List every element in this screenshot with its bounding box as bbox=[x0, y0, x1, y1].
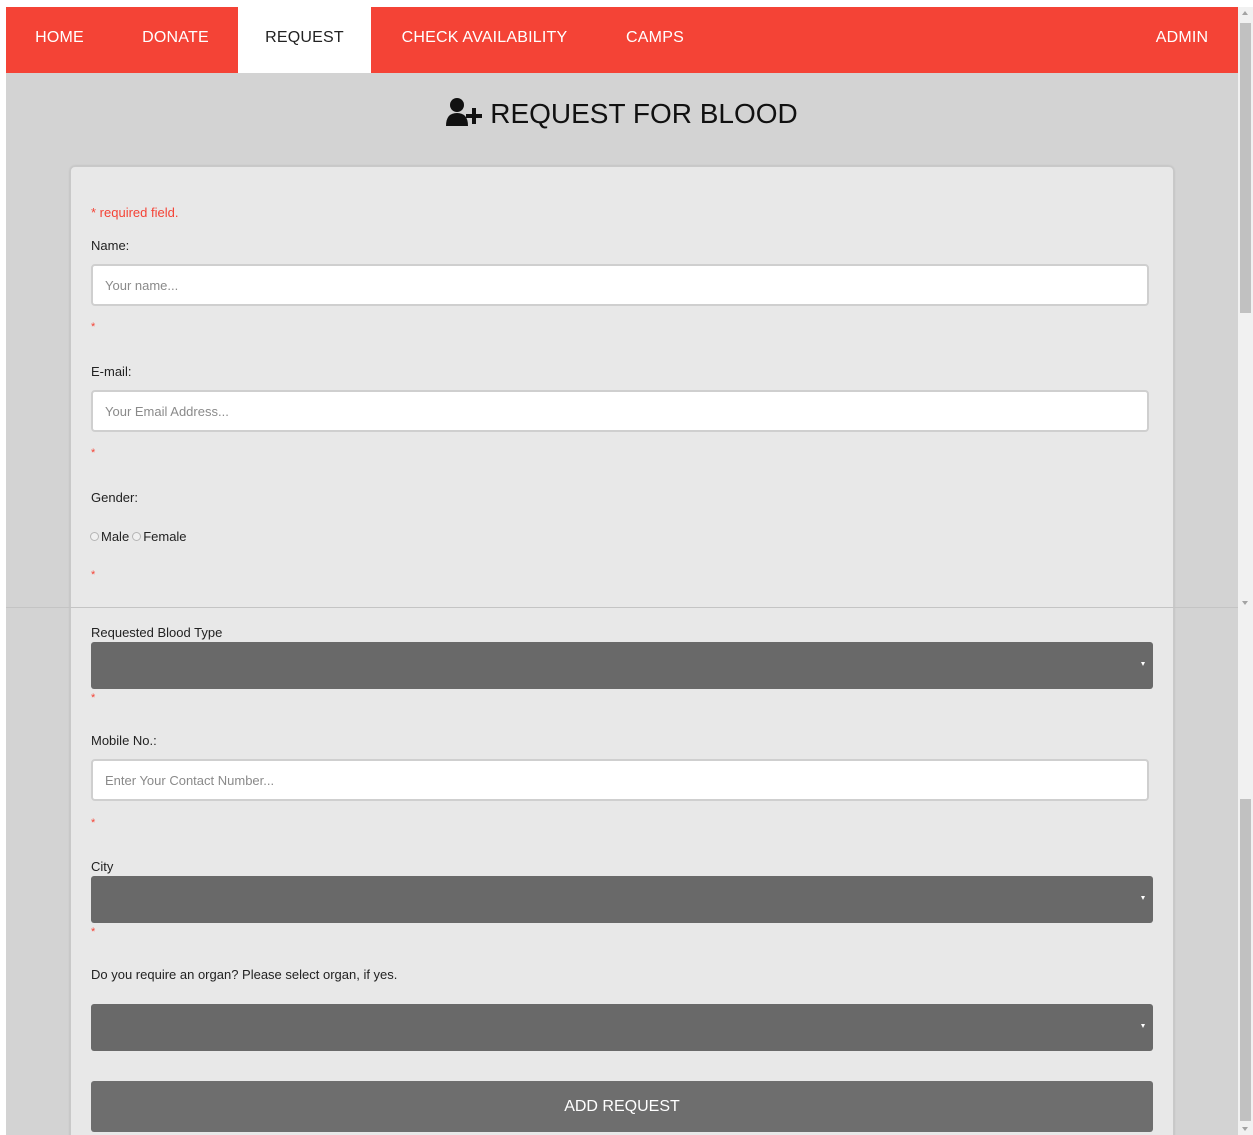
nav-camps[interactable]: CAMPS bbox=[598, 7, 712, 73]
chevron-down-icon bbox=[1141, 896, 1145, 900]
top-nav: HOME DONATE REQUEST CHECK AVAILABILITY C… bbox=[6, 7, 1238, 73]
page-title-row: REQUEST FOR BLOOD bbox=[6, 97, 1238, 131]
mobile-required-star: * bbox=[91, 817, 96, 829]
gender-male-radio[interactable] bbox=[90, 532, 99, 541]
required-note: * required field. bbox=[91, 205, 179, 220]
gender-male-label: Male bbox=[101, 529, 130, 544]
city-required-star: * bbox=[91, 926, 96, 938]
city-label: City bbox=[91, 859, 114, 874]
nav-admin[interactable]: ADMIN bbox=[1126, 7, 1238, 73]
scroll-down-arrow-icon[interactable] bbox=[1242, 601, 1248, 605]
scroll-up-arrow-icon[interactable] bbox=[1242, 11, 1248, 15]
scroll-down-arrow-bottom-icon[interactable] bbox=[1242, 1127, 1248, 1131]
nav-donate[interactable]: DONATE bbox=[113, 7, 238, 73]
email-input[interactable] bbox=[91, 390, 1149, 432]
add-request-button[interactable]: ADD REQUEST bbox=[91, 1081, 1153, 1132]
name-required-star: * bbox=[91, 321, 96, 333]
nav-request[interactable]: REQUEST bbox=[238, 7, 371, 73]
gender-required-star: * bbox=[91, 569, 96, 581]
gender-female-radio[interactable] bbox=[132, 532, 142, 541]
scrollbar-thumb[interactable] bbox=[1240, 23, 1251, 313]
vertical-scrollbar[interactable] bbox=[1238, 7, 1253, 1135]
request-form-card: * required field. Name: * E-mail: * Gend… bbox=[70, 166, 1174, 1135]
blood-type-select[interactable] bbox=[91, 642, 1153, 689]
email-label: E-mail: bbox=[91, 364, 132, 379]
city-select[interactable] bbox=[91, 876, 1153, 923]
mobile-input[interactable] bbox=[91, 759, 1149, 801]
chevron-down-icon bbox=[1141, 1024, 1145, 1028]
user-plus-icon bbox=[446, 98, 483, 126]
scrollbar-thumb-lower[interactable] bbox=[1240, 799, 1251, 1121]
gender-female-label: Female bbox=[143, 529, 187, 544]
name-input[interactable] bbox=[91, 264, 1149, 306]
page-title: REQUEST FOR BLOOD bbox=[490, 98, 798, 129]
blood-type-required-star: * bbox=[91, 692, 96, 704]
viewport-divider bbox=[6, 607, 1238, 608]
organ-label: Do you require an organ? Please select o… bbox=[91, 967, 398, 982]
nav-home[interactable]: HOME bbox=[6, 7, 113, 73]
name-label: Name: bbox=[91, 238, 130, 253]
chevron-down-icon bbox=[1141, 662, 1145, 666]
page-viewport: HOME DONATE REQUEST CHECK AVAILABILITY C… bbox=[6, 7, 1238, 1135]
email-required-star: * bbox=[91, 447, 96, 459]
gender-label: Gender: bbox=[91, 490, 138, 505]
gender-radio-group: Male Female bbox=[90, 529, 187, 544]
blood-type-label: Requested Blood Type bbox=[91, 625, 223, 640]
nav-check-availability[interactable]: CHECK AVAILABILITY bbox=[371, 7, 598, 73]
organ-select[interactable] bbox=[91, 1004, 1153, 1051]
mobile-label: Mobile No.: bbox=[91, 733, 157, 748]
